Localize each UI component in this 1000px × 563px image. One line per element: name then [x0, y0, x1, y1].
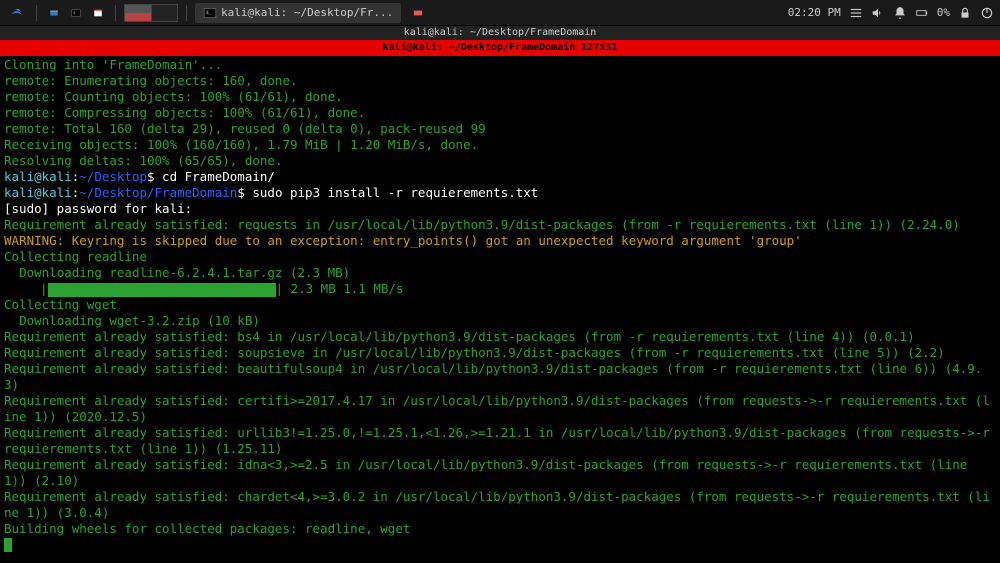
terminal-line: Receiving objects: 100% (160/160), 1.79 …	[4, 137, 996, 153]
workspace-pager[interactable]	[124, 4, 178, 22]
taskbar-terminal-window[interactable]: $_ kali@kali: ~/Desktop/Fr...	[195, 3, 401, 23]
top-panel: $_ $_ kali@kali: ~/Desktop/Fr... 02:20 P…	[0, 0, 1000, 26]
terminal-titlebar[interactable]: kali@kali: ~/Desktop/FrameDomain	[0, 26, 1000, 40]
cursor	[4, 538, 12, 552]
terminal-line: Requirement already satisfied: requests …	[4, 217, 996, 233]
terminal-line: kali@kali:~/Desktop/FrameDomain$ sudo pi…	[4, 185, 996, 201]
panel-left: $_ $_ kali@kali: ~/Desktop/Fr...	[6, 3, 427, 23]
terminal-line: remote: Total 160 (delta 29), reused 0 (…	[4, 121, 996, 137]
taskbar-extra[interactable]	[409, 4, 427, 22]
svg-text:$_: $_	[73, 10, 77, 14]
terminal-line: Requirement already satisfied: soupsieve…	[4, 345, 996, 361]
battery-percent: 0%	[937, 6, 950, 19]
terminal-line: Requirement already satisfied: urllib3!=…	[4, 425, 996, 457]
terminal-line: Requirement already satisfied: idna<3,>=…	[4, 457, 996, 489]
panel-separator	[115, 5, 116, 21]
panel-separator	[186, 5, 187, 21]
volume-icon[interactable]	[871, 6, 885, 20]
terminal-window: kali@kali: ~/Desktop/FrameDomain kali@ka…	[0, 26, 1000, 554]
workspace-2[interactable]	[151, 5, 177, 21]
taskbar-window-label: kali@kali: ~/Desktop/Fr...	[221, 6, 393, 19]
terminal-line: Resolving deltas: 100% (65/65), done.	[4, 153, 996, 169]
terminal-line: Downloading wget-3.2.zip (10 kB)	[4, 313, 996, 329]
svg-text:$_: $_	[206, 10, 212, 16]
terminal-line: Requirement already satisfied: certifi>=…	[4, 393, 996, 425]
panel-separator	[36, 5, 37, 21]
lock-icon[interactable]	[958, 6, 972, 20]
terminal-line: Cloning into 'FrameDomain'...	[4, 57, 996, 73]
menu-icon[interactable]	[849, 6, 863, 20]
terminal-line: Requirement already satisfied: beautiful…	[4, 361, 996, 393]
terminal-line	[4, 537, 996, 553]
power-icon[interactable]	[980, 6, 994, 20]
terminal-line: Requirement already satisfied: chardet<4…	[4, 489, 996, 521]
applications-menu[interactable]	[6, 3, 28, 23]
battery-icon[interactable]	[915, 6, 929, 20]
terminal-content[interactable]: Cloning into 'FrameDomain'...remote: Enu…	[0, 56, 1000, 554]
terminal-line: Downloading readline-6.2.4.1.tar.gz (2.3…	[4, 265, 996, 281]
files-launcher[interactable]	[45, 4, 63, 22]
terminal-launcher[interactable]: $_	[67, 4, 85, 22]
terminal-line: Collecting readline	[4, 249, 996, 265]
clock[interactable]: 02:20 PM	[788, 6, 841, 19]
terminal-line: kali@kali:~/Desktop$ cd FrameDomain/	[4, 169, 996, 185]
progress-bar	[48, 283, 276, 297]
terminal-tab[interactable]: kali@kali: ~/Desktop/FrameDomain 127x31	[0, 40, 1000, 56]
panel-right: 02:20 PM 0%	[788, 6, 994, 20]
terminal-line: || 2.3 MB 1.1 MB/s	[4, 281, 996, 297]
terminal-line: remote: Enumerating objects: 160, done.	[4, 73, 996, 89]
browser-launcher[interactable]	[89, 4, 107, 22]
notifications-icon[interactable]	[893, 6, 907, 20]
terminal-line: remote: Counting objects: 100% (61/61), …	[4, 89, 996, 105]
terminal-line: remote: Compressing objects: 100% (61/61…	[4, 105, 996, 121]
terminal-line: [sudo] password for kali:	[4, 201, 996, 217]
terminal-line: Collecting wget	[4, 297, 996, 313]
terminal-line: Building wheels for collected packages: …	[4, 521, 996, 537]
terminal-line: Requirement already satisfied: bs4 in /u…	[4, 329, 996, 345]
terminal-line: WARNING: Keyring is skipped due to an ex…	[4, 233, 996, 249]
workspace-1[interactable]	[125, 5, 151, 21]
